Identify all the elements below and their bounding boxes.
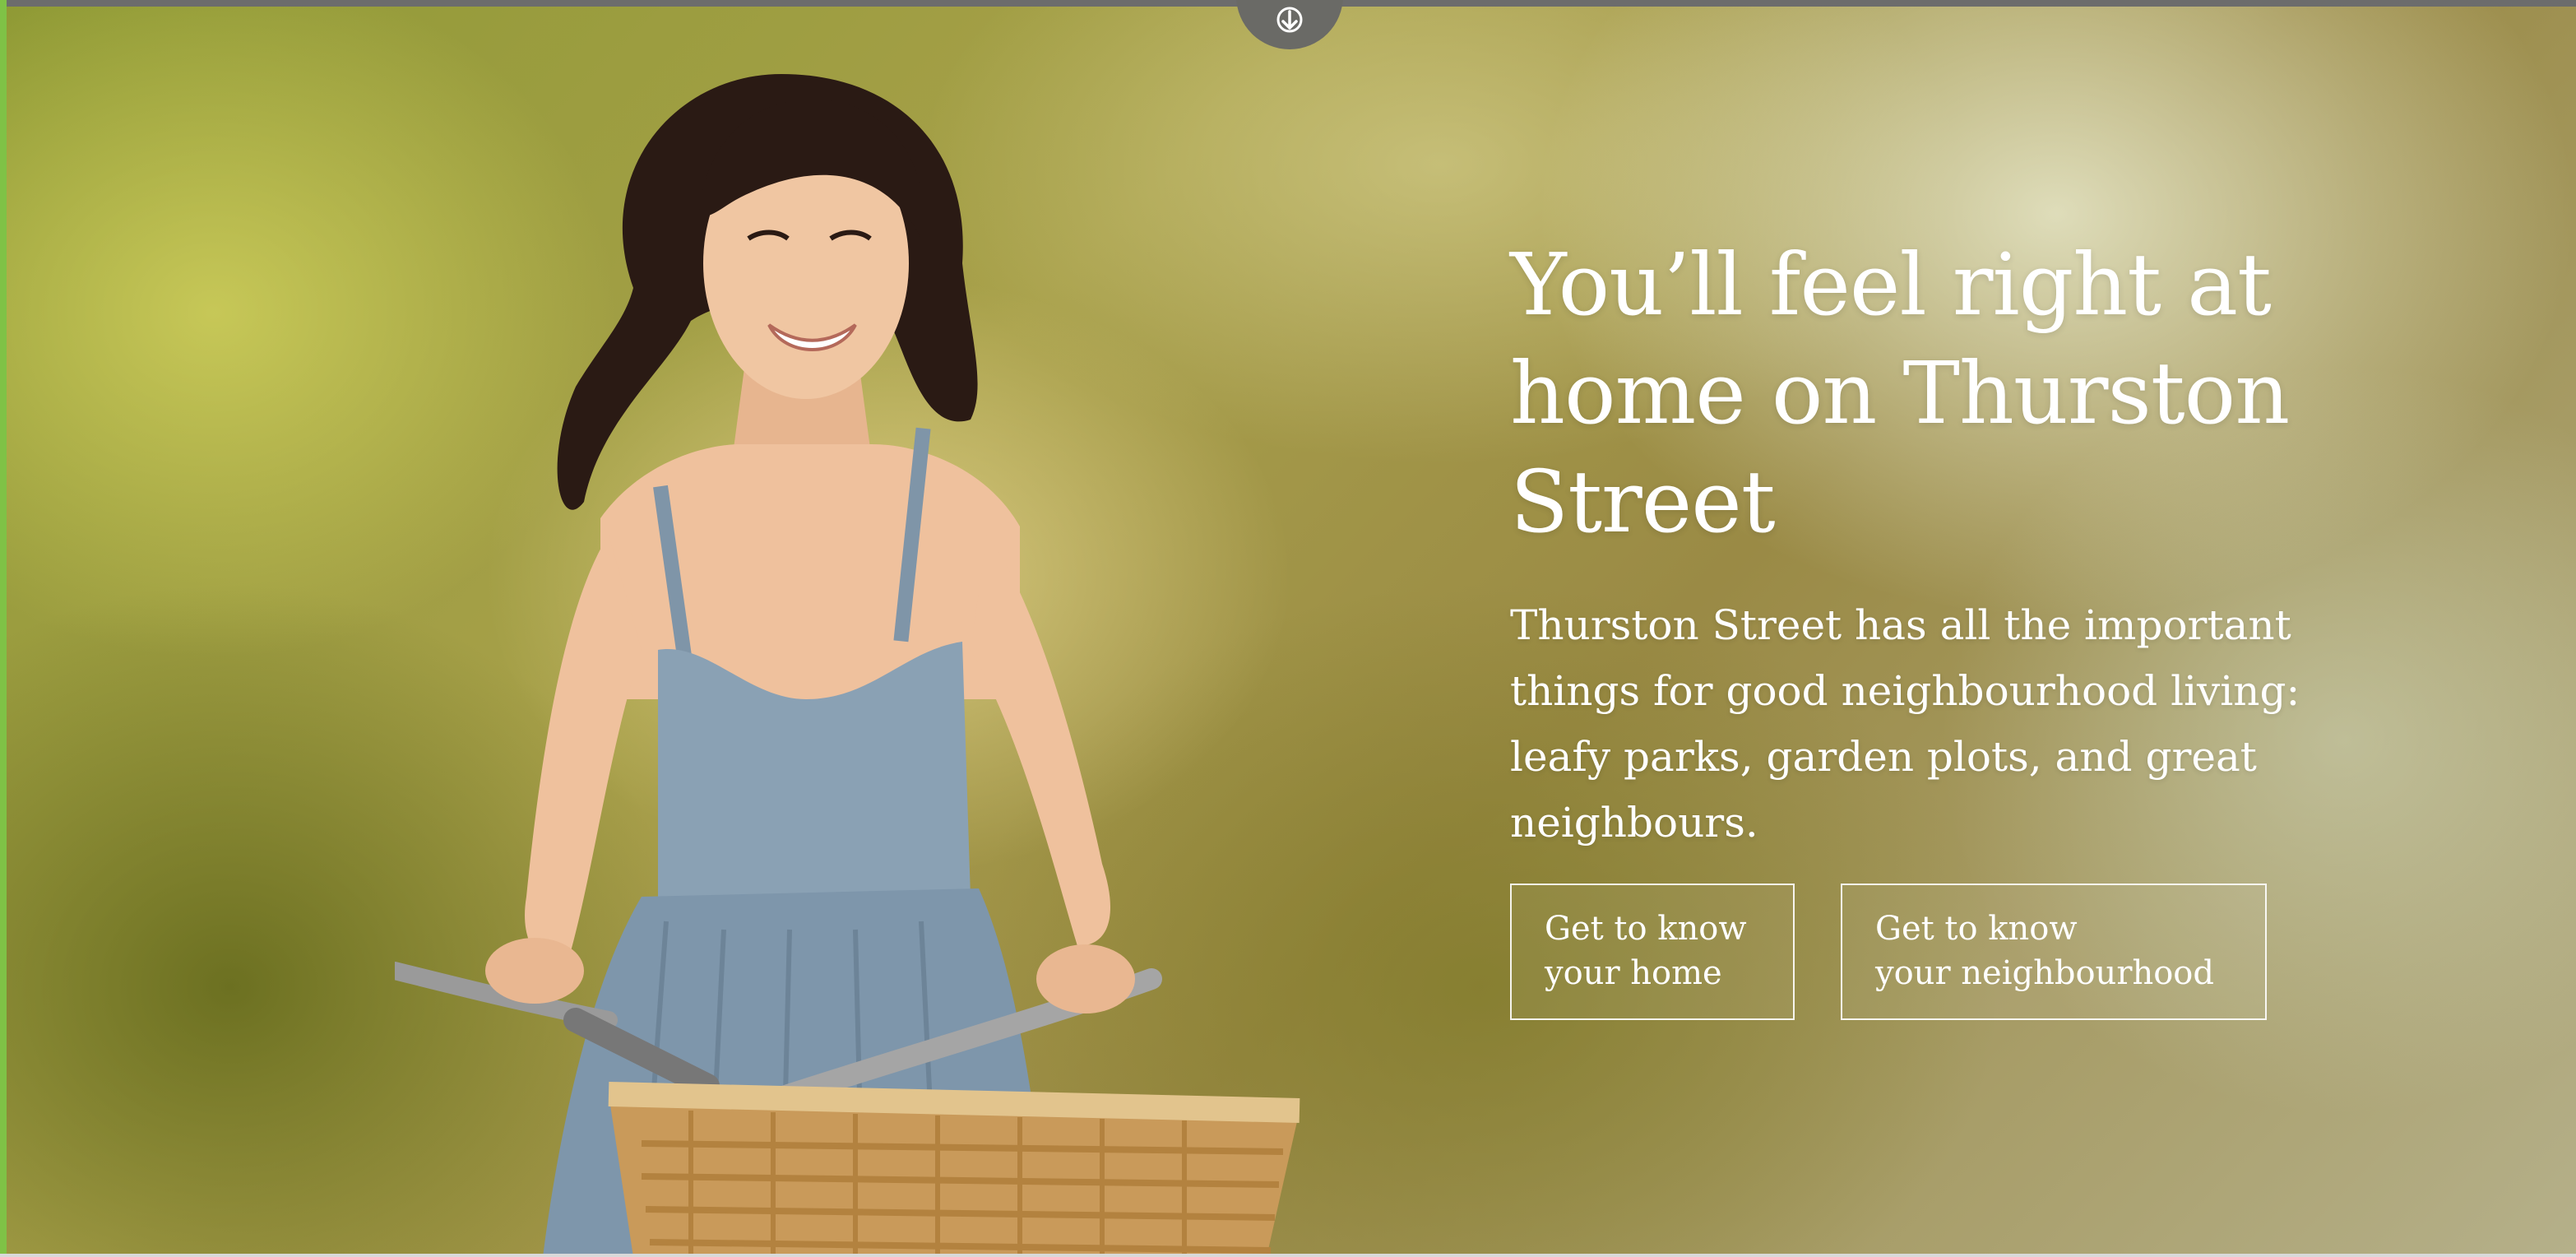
hero-buttons: Get to know your home Get to know your n… <box>1510 884 2398 1020</box>
left-edge-accent <box>0 0 7 1257</box>
hero-headline: You’ll feel right at home on Thurston St… <box>1510 234 2290 552</box>
know-your-home-button[interactable]: Get to know your home <box>1510 884 1795 1020</box>
bottom-divider <box>0 1254 2576 1257</box>
button-label-line-1: Get to know <box>1875 910 2078 948</box>
button-label-line-2: your neighbourhood <box>1875 954 2214 992</box>
hero-section: You’ll feel right at home on Thurston St… <box>0 0 2576 1257</box>
arrow-down-icon <box>1276 7 1303 33</box>
button-label-line-1: Get to know <box>1545 910 1747 948</box>
know-your-neighbourhood-button[interactable]: Get to know your neighbourhood <box>1841 884 2267 1020</box>
hero-photo-figure <box>395 74 1300 1257</box>
button-label-line-2: your home <box>1545 954 1722 992</box>
hero-description: Thurston Street has all the important th… <box>1510 601 2300 847</box>
scroll-down-button[interactable] <box>1236 0 1343 49</box>
hero-copy: You’ll feel right at home on Thurston St… <box>1510 230 2398 1020</box>
